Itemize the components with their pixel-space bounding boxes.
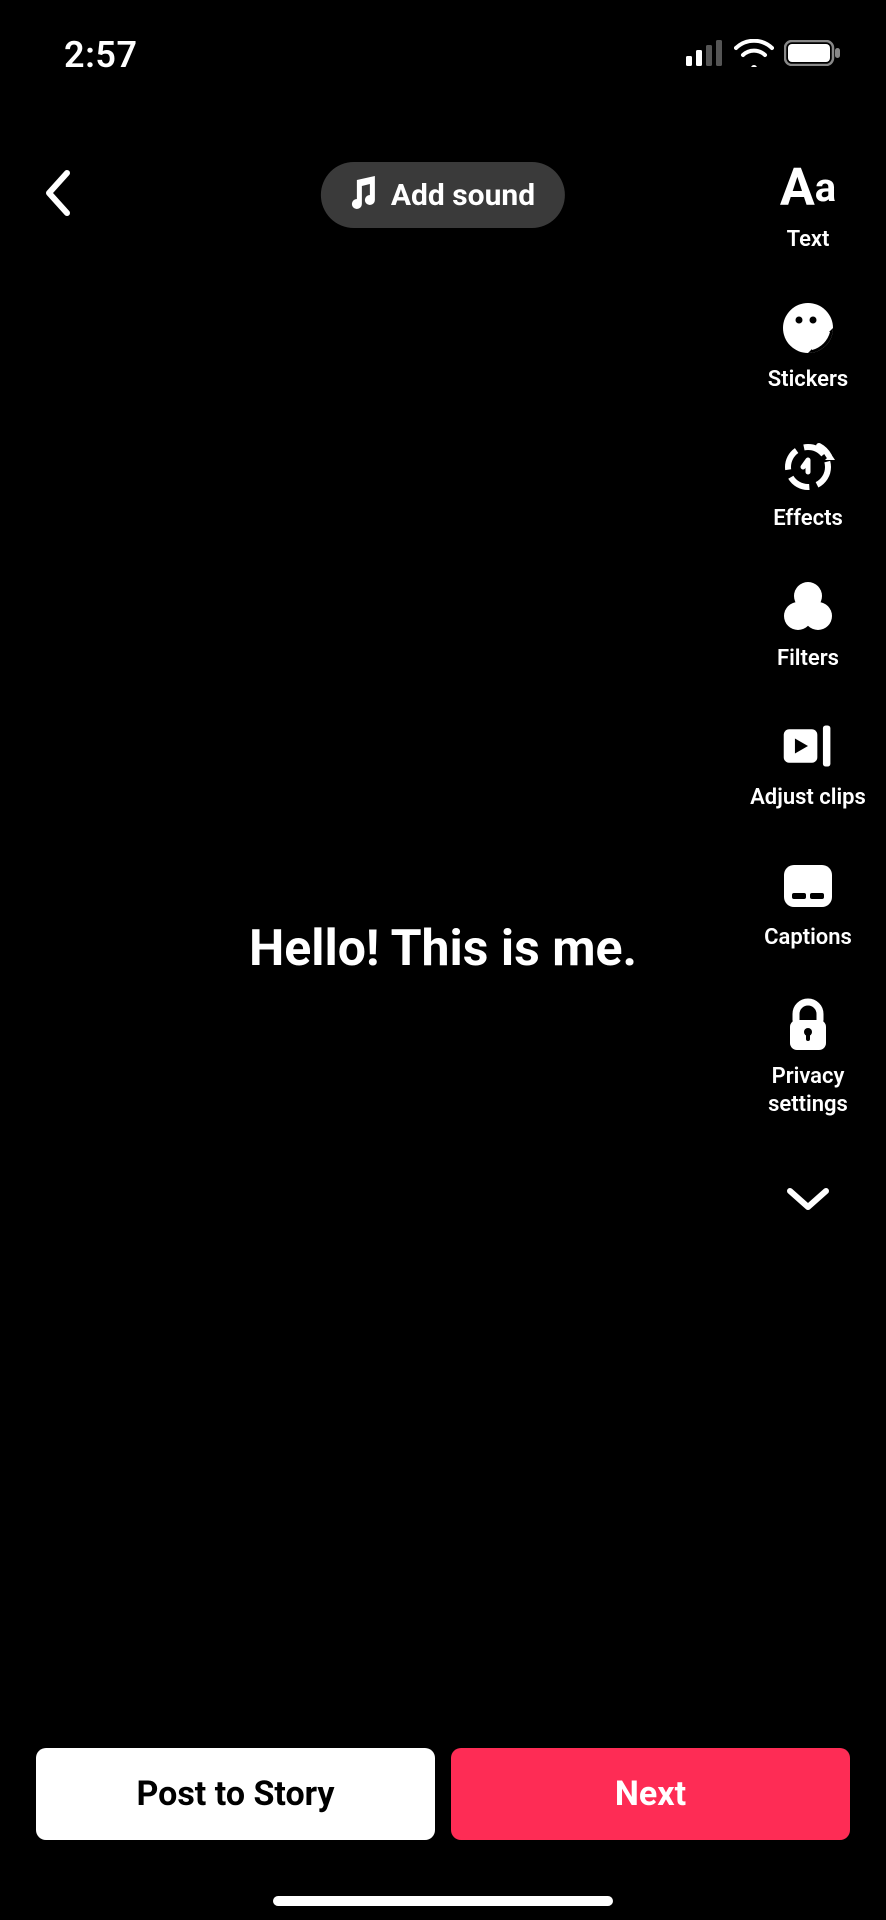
back-button[interactable]	[34, 171, 82, 219]
bottom-bar: Post to Story Next	[0, 1748, 886, 1840]
tool-stickers-label: Stickers	[768, 366, 848, 394]
status-time: 2:57	[64, 34, 138, 76]
music-note-icon	[347, 176, 377, 214]
tool-adjust-clips[interactable]: Adjust clips	[750, 718, 866, 812]
captions-icon	[780, 858, 836, 914]
next-button[interactable]: Next	[451, 1748, 850, 1840]
tool-effects[interactable]: Effects	[773, 439, 843, 533]
tool-effects-label: Effects	[773, 505, 843, 533]
add-sound-button[interactable]: Add sound	[321, 162, 565, 228]
tool-privacy-label: Privacy settings	[768, 1063, 848, 1118]
sticker-icon	[780, 300, 836, 356]
wifi-icon	[734, 39, 774, 71]
tool-captions-label: Captions	[764, 924, 852, 952]
post-to-story-button[interactable]: Post to Story	[36, 1748, 435, 1840]
filters-icon	[780, 579, 836, 635]
tool-filters-label: Filters	[777, 645, 839, 673]
home-indicator	[273, 1896, 613, 1906]
tool-rail: Aa Text Stickers	[748, 160, 868, 1226]
tool-adjust-clips-label: Adjust clips	[750, 784, 866, 812]
tool-text-label: Text	[787, 226, 830, 254]
cellular-icon	[686, 40, 724, 70]
effects-icon	[780, 439, 836, 495]
text-icon: Aa	[780, 160, 836, 216]
status-indicators	[686, 39, 842, 71]
tool-privacy-settings[interactable]: Privacy settings	[768, 997, 848, 1118]
status-bar: 2:57	[0, 0, 886, 110]
tool-text[interactable]: Aa Text	[780, 160, 836, 254]
chevron-left-icon	[43, 169, 73, 221]
battery-icon	[784, 40, 842, 70]
adjust-clips-icon	[780, 718, 836, 774]
next-label: Next	[615, 1774, 686, 1814]
video-overlay-text[interactable]: Hello! This is me.	[249, 920, 637, 978]
tool-stickers[interactable]: Stickers	[768, 300, 848, 394]
video-edit-screen: 2:57	[0, 0, 886, 1920]
chevron-down-icon	[780, 1170, 836, 1226]
tool-captions[interactable]: Captions	[764, 858, 852, 952]
tool-filters[interactable]: Filters	[777, 579, 839, 673]
tool-expand-more[interactable]	[780, 1170, 836, 1226]
lock-icon	[780, 997, 836, 1053]
post-to-story-label: Post to Story	[136, 1774, 334, 1814]
add-sound-label: Add sound	[391, 178, 535, 213]
